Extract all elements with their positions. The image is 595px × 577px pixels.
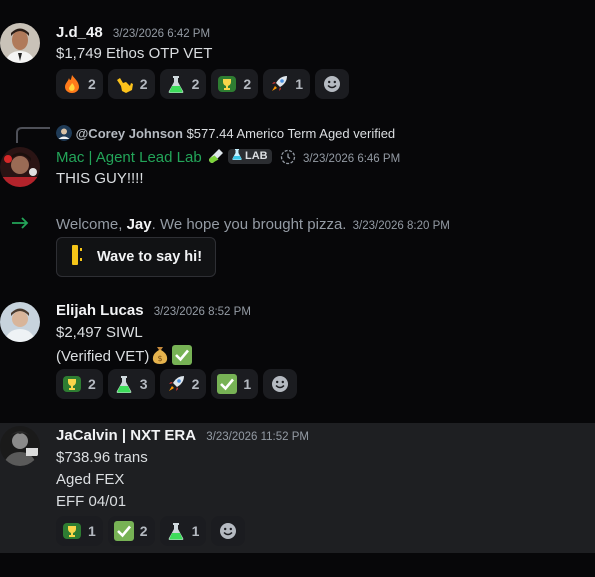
reply-avatar (56, 125, 72, 141)
reaction-count: 1 (191, 523, 200, 539)
reaction-count: 2 (139, 523, 148, 539)
timestamp: 3/23/2026 11:52 PM (206, 431, 309, 443)
flask-tag-icon (232, 149, 242, 163)
reaction-count: 2 (88, 376, 96, 392)
add-reaction-button[interactable] (211, 516, 246, 546)
username[interactable]: J.d_48 (56, 24, 103, 41)
avatar[interactable] (0, 302, 40, 342)
call-me-hand-icon (114, 74, 134, 94)
flask-icon (166, 74, 186, 94)
reply-text: $577.44 Americo Term Aged verified (186, 126, 396, 141)
reaction-fire[interactable]: 2 (56, 69, 103, 99)
message-text: $2,497 SIWL (56, 324, 143, 341)
message-mac: @Corey Johnson $577.44 Americo Term Aged… (0, 120, 595, 200)
message-text: $738.96 trans (56, 449, 148, 466)
avatar[interactable] (0, 426, 40, 466)
reaction-trophy[interactable]: 1 (56, 516, 103, 546)
avatar[interactable] (0, 23, 40, 63)
flask-icon (166, 521, 186, 541)
rocket-icon (166, 374, 186, 394)
flask-icon (114, 374, 134, 394)
message-text-line-2: (Verified VET) $ (56, 345, 193, 369)
trophy-icon (62, 374, 82, 394)
smiley-icon (322, 74, 342, 94)
reaction-trophy[interactable]: 2 (56, 369, 103, 399)
reaction-count: 2 (88, 76, 96, 92)
reaction-bar: 1 2 1 (56, 516, 246, 546)
username[interactable]: JaCalvin | NXT ERA (56, 427, 196, 444)
message-elijah: Elijah Lucas 3/23/2026 8:52 PM $2,497 SI… (0, 300, 595, 410)
reaction-count: 2 (191, 76, 200, 92)
message-text: (Verified VET) (56, 348, 150, 365)
message-text: Aged FEX (56, 471, 125, 488)
wave-button[interactable]: Wave to say hi! (56, 237, 216, 277)
reaction-count: 1 (295, 76, 303, 92)
reaction-flask[interactable]: 1 (159, 516, 207, 546)
reaction-count: 2 (191, 376, 200, 392)
test-tube-icon (208, 148, 224, 168)
avatar-mac-image (0, 147, 40, 187)
username[interactable]: Mac | Agent Lead Lab (56, 149, 202, 166)
reaction-call-me-hand[interactable]: 2 (107, 69, 155, 99)
avatar-jd48-image (0, 23, 40, 63)
reaction-check-mark[interactable]: 1 (211, 369, 259, 399)
join-text: Welcome, Jay. We hope you brought pizza.… (56, 216, 450, 233)
wave-sticker-icon (71, 244, 83, 270)
reply-preview[interactable]: @Corey Johnson $577.44 Americo Term Aged… (56, 125, 395, 141)
reaction-trophy[interactable]: 2 (211, 69, 259, 99)
smiley-icon (270, 374, 290, 394)
add-reaction-button[interactable] (314, 69, 349, 99)
message-text: EFF 04/01 (56, 493, 127, 510)
join-arrow-icon (10, 215, 30, 235)
avatar-jacalvin-image (0, 426, 40, 466)
timestamp: 3/23/2026 8:20 PM (352, 220, 450, 232)
reaction-count: 2 (139, 76, 148, 92)
trophy-icon (62, 521, 82, 541)
avatar-elijah-image (0, 302, 40, 342)
guild-tag-label: LAB (245, 150, 268, 162)
join-text-after: . We hope you brought pizza. (151, 216, 347, 233)
message-text: $1,749 Ethos OTP VET (56, 45, 213, 62)
username[interactable]: Elijah Lucas (56, 302, 144, 319)
svg-text:$: $ (158, 354, 163, 363)
message-text: THIS GUY!!!! (56, 170, 144, 187)
reaction-bar: 2 2 2 2 1 (56, 69, 349, 99)
reply-connector (16, 127, 50, 143)
reaction-rocket[interactable]: 1 (263, 69, 310, 99)
timestamp: 3/23/2026 8:52 PM (153, 306, 251, 318)
check-mark-icon (217, 374, 238, 394)
timestamp: 3/23/2026 6:42 PM (112, 28, 211, 40)
joined-username[interactable]: Jay (127, 216, 152, 233)
message-jd48: J.d_48 3/23/2026 6:42 PM $1,749 Ethos OT… (0, 0, 595, 110)
reply-username: @Corey Johnson (75, 126, 183, 141)
reaction-rocket[interactable]: 2 (159, 369, 207, 399)
money-bag-icon: $ (150, 345, 170, 369)
avatar[interactable] (0, 147, 40, 187)
reaction-count: 1 (88, 523, 96, 539)
reaction-count: 3 (139, 376, 148, 392)
reaction-bar: 2 3 2 1 (56, 369, 298, 399)
reaction-flask[interactable]: 3 (107, 369, 155, 399)
trophy-icon (217, 74, 237, 94)
wave-button-label: Wave to say hi! (97, 249, 203, 265)
check-mark-icon (172, 345, 193, 369)
join-text-before: Welcome, (56, 216, 127, 233)
timestamp: 3/23/2026 6:46 PM (302, 153, 401, 165)
message-jacalvin: JaCalvin | NXT ERA 3/23/2026 11:52 PM $7… (0, 423, 595, 553)
reaction-check-mark[interactable]: 2 (107, 516, 155, 546)
rocket-icon (269, 74, 289, 94)
check-mark-icon (113, 521, 134, 541)
fire-icon (62, 74, 82, 94)
add-reaction-button[interactable] (263, 369, 298, 399)
reaction-count: 1 (243, 376, 252, 392)
reaction-count: 2 (243, 76, 252, 92)
reaction-flask[interactable]: 2 (159, 69, 207, 99)
guild-tag[interactable]: LAB (228, 148, 272, 164)
smiley-icon (218, 521, 238, 541)
clock-badge-icon (279, 149, 297, 169)
